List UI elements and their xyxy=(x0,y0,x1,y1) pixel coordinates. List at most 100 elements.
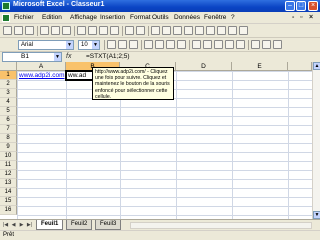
row-header-14[interactable]: 14 xyxy=(0,188,17,197)
menu-fichier[interactable]: Fichier xyxy=(14,14,34,21)
menu-affichage[interactable]: Affichage xyxy=(70,14,97,21)
chevron-down-icon[interactable]: ▼ xyxy=(54,53,61,61)
name-box[interactable]: B1 ▼ xyxy=(2,52,62,62)
undo-icon[interactable] xyxy=(125,26,134,35)
minimize-button[interactable]: – xyxy=(285,1,295,11)
doc-close-button[interactable]: × xyxy=(309,14,313,21)
select-all-corner[interactable] xyxy=(0,62,17,71)
last-sheet-icon[interactable]: ▶| xyxy=(26,222,33,229)
help-icon[interactable] xyxy=(239,26,248,35)
row-header-1[interactable]: 1 xyxy=(0,71,17,80)
sort-descending-icon[interactable] xyxy=(195,26,204,35)
function-icon[interactable]: fx xyxy=(66,53,71,60)
row-header-9[interactable]: 9 xyxy=(0,143,17,152)
sheet-tab-feuil2[interactable]: Feuil2 xyxy=(66,220,93,230)
row-header-12[interactable]: 12 xyxy=(0,170,17,179)
row-header-4[interactable]: 4 xyxy=(0,98,17,107)
first-sheet-icon[interactable]: |◀ xyxy=(2,222,9,229)
row-header-7[interactable]: 7 xyxy=(0,125,17,134)
menu-fenetre[interactable]: Fenêtre xyxy=(204,14,226,21)
menu-insertion[interactable]: Insertion xyxy=(100,14,125,21)
font-select[interactable]: Arial ▼ xyxy=(18,40,74,50)
align-left-icon[interactable] xyxy=(144,40,153,49)
row-header-8[interactable]: 8 xyxy=(0,134,17,143)
maximize-button[interactable]: □ xyxy=(296,1,306,11)
save-icon[interactable] xyxy=(25,26,34,35)
menu-format[interactable]: Format xyxy=(130,14,151,21)
sort-ascending-icon[interactable] xyxy=(184,26,193,35)
column-header-f[interactable] xyxy=(288,62,312,71)
font-color-icon[interactable] xyxy=(273,40,282,49)
percent-icon[interactable] xyxy=(203,40,212,49)
row-header-5[interactable]: 5 xyxy=(0,107,17,116)
prev-sheet-icon[interactable]: ◀ xyxy=(10,222,17,229)
row-header-3[interactable]: 3 xyxy=(0,89,17,98)
status-bar: Prêt xyxy=(0,230,320,240)
standard-toolbar xyxy=(0,24,320,38)
excel-app-icon[interactable] xyxy=(2,2,10,10)
row-header-10[interactable]: 10 xyxy=(0,152,17,161)
zoom-icon[interactable] xyxy=(228,26,237,35)
chart-wizard-icon[interactable] xyxy=(206,26,215,35)
spelling-icon[interactable] xyxy=(62,26,71,35)
cell-a1-hyperlink[interactable]: www.adp2i.com xyxy=(19,72,65,80)
autosum-icon[interactable] xyxy=(162,26,171,35)
menu-help[interactable]: ? xyxy=(231,14,235,21)
title-bar: Microsoft Excel - Classeur1 – □ × xyxy=(0,0,320,12)
align-right-icon[interactable] xyxy=(166,40,175,49)
underline-icon[interactable] xyxy=(129,40,138,49)
borders-icon[interactable] xyxy=(251,40,260,49)
drawing-icon[interactable] xyxy=(217,26,226,35)
cut-icon[interactable] xyxy=(77,26,86,35)
chevron-down-icon[interactable]: ▼ xyxy=(92,41,99,49)
merge-center-icon[interactable] xyxy=(177,40,186,49)
copy-icon[interactable] xyxy=(88,26,97,35)
increase-decimal-icon[interactable] xyxy=(225,40,234,49)
toolbar-separator xyxy=(104,40,105,50)
preview-icon[interactable] xyxy=(51,26,60,35)
redo-icon[interactable] xyxy=(136,26,145,35)
print-icon[interactable] xyxy=(40,26,49,35)
italic-icon[interactable] xyxy=(118,40,127,49)
row-header-6[interactable]: 6 xyxy=(0,116,17,125)
menu-edition[interactable]: Edition xyxy=(42,14,62,21)
column-header-d[interactable]: D xyxy=(176,62,232,71)
row-header-2[interactable]: 2 xyxy=(0,80,17,89)
close-button[interactable]: × xyxy=(308,1,318,11)
row-header-16[interactable]: 16 xyxy=(0,206,17,215)
toolbar-separator xyxy=(122,26,123,36)
next-sheet-icon[interactable]: ▶ xyxy=(18,222,25,229)
formula-input[interactable]: =STXT(A1;2;5) xyxy=(86,53,130,60)
decrease-decimal-icon[interactable] xyxy=(236,40,245,49)
column-header-e[interactable]: E xyxy=(232,62,288,71)
currency-icon[interactable] xyxy=(192,40,201,49)
new-icon[interactable] xyxy=(3,26,12,35)
menu-donnees[interactable]: Données xyxy=(174,14,200,21)
scroll-down-icon[interactable]: ▼ xyxy=(313,211,320,219)
sheet-tab-feuil3[interactable]: Feuil3 xyxy=(95,220,122,230)
open-icon[interactable] xyxy=(14,26,23,35)
fill-color-icon[interactable] xyxy=(262,40,271,49)
function-icon[interactable] xyxy=(173,26,182,35)
menu-outils[interactable]: Outils xyxy=(152,14,169,21)
paste-icon[interactable] xyxy=(99,26,108,35)
scroll-up-icon[interactable]: ▲ xyxy=(313,62,320,70)
workbook-icon[interactable] xyxy=(2,14,10,22)
align-center-icon[interactable] xyxy=(155,40,164,49)
row-header-15[interactable]: 15 xyxy=(0,197,17,206)
sheet-tab-feuil1[interactable]: Feuil1 xyxy=(36,220,64,230)
font-size-select[interactable]: 10 ▼ xyxy=(78,40,100,50)
row-header-13[interactable]: 13 xyxy=(0,179,17,188)
format-painter-icon[interactable] xyxy=(110,26,119,35)
thousands-icon[interactable] xyxy=(214,40,223,49)
vertical-scrollbar[interactable]: ▲ ▼ xyxy=(312,62,320,219)
doc-minimize-button[interactable]: - xyxy=(292,14,294,21)
bold-icon[interactable] xyxy=(107,40,116,49)
row-header-11[interactable]: 11 xyxy=(0,161,17,170)
doc-restore-button[interactable]: ▫ xyxy=(300,14,302,21)
toolbar-separator xyxy=(189,40,190,50)
column-header-a[interactable]: A xyxy=(17,62,66,71)
chevron-down-icon[interactable]: ▼ xyxy=(66,41,73,49)
horizontal-scrollbar[interactable] xyxy=(130,222,312,229)
hyperlink-icon[interactable] xyxy=(151,26,160,35)
